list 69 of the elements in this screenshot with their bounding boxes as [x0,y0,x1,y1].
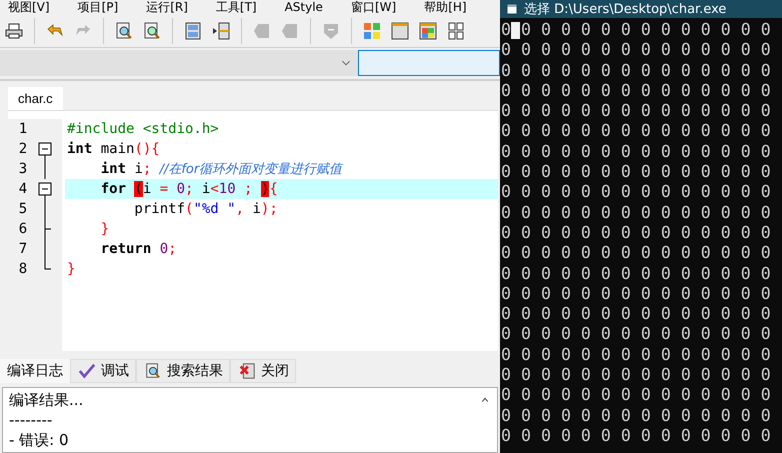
code-line: return 0; [100,240,178,259]
close-icon [237,362,257,380]
code-editor[interactable]: 1 2 3 4 5 6 7 8 #include <stdio.h> int main(){ int i; //在for循环外面对变量进行赋值 for (i = 0; i<10 ; ){ printf("%d ", i); } return 0; } [8,110,498,352]
console-output-line: 0 0 0 0 0 0 0 0 0 0 0 0 0 0 [501,162,772,182]
menu-item[interactable]: 帮助[H] [424,0,467,15]
code-line: int main(){ [66,140,161,159]
console-output-line: 0 0 0 0 0 0 0 0 0 0 0 0 0 0 [501,344,772,366]
input-field[interactable] [358,50,500,76]
line-number: 6 [18,220,28,237]
panel-tab[interactable]: 关闭 [230,359,296,383]
console-output-line: 0 0 0 0 0 0 0 0 0 0 0 0 0 0 [501,40,772,61]
line-number: 1 [18,120,28,137]
code-line: #include <stdio.h> [66,120,220,139]
window-icon [418,21,438,42]
window-title: 选择 D:\Users\Desktop\char.exe [524,1,726,18]
console-output-line: 0 0 0 0 0 0 0 0 0 0 0 0 0 0 [501,243,772,264]
console-output-line: 0 0 0 0 0 0 0 0 0 0 0 0 0 0 [501,182,772,203]
menu-item[interactable]: 窗口[W] [350,0,396,15]
console-output-line: 0 0 0 0 0 0 0 0 0 0 0 0 0 0 [501,406,772,426]
printer-icon [4,21,24,42]
console-output-line: 0 0 0 0 0 0 0 0 0 0 0 0 0 0 [501,142,772,162]
console-output-line: 0 0 0 0 0 0 0 0 0 0 0 0 0 0 [501,20,772,40]
console-output-line: 0 0 0 0 0 0 0 0 0 0 0 0 0 0 [501,385,772,406]
console-output-line: 0 0 0 0 0 0 0 0 0 0 0 0 0 0 [501,80,772,102]
console-output-line: 0 0 0 0 0 0 0 0 0 0 0 0 0 0 [501,304,772,324]
indent-icon [211,21,231,42]
panel-tab[interactable]: 编译日志 [0,359,70,383]
console-output-line: 0 0 0 0 0 0 0 0 0 0 0 0 0 0 [501,365,772,386]
tiles-icon [446,21,466,42]
window-icon [506,4,518,14]
console-output-line: 0 0 0 0 0 0 0 0 0 0 0 0 0 0 [501,284,772,304]
menu-item[interactable]: 工具[T] [216,0,257,15]
line-number: 4 [18,180,28,197]
file-tab[interactable]: char.c [8,86,63,110]
console-output-line: 0 0 0 0 0 0 0 0 0 0 0 0 0 0 [501,121,772,142]
code-line: printf("%d ", i); [133,200,279,219]
menu-item[interactable]: 视图[V] [8,0,50,15]
panel-tab[interactable]: 搜索结果 [136,359,230,383]
grid-icon [362,21,382,42]
log-line: -------- [9,410,54,430]
log-line: 编译结果... [9,390,84,410]
console-output-line: 0 0 0 0 0 0 0 0 0 0 0 0 0 0 [501,426,772,446]
shield-icon [321,21,341,42]
console-output-line: 0 0 0 0 0 0 0 0 0 0 0 0 0 0 [501,101,772,122]
console-output-line: 0 0 0 0 0 0 0 0 0 0 0 0 0 0 [501,202,772,223]
line-number: 7 [18,240,28,257]
panel-tab[interactable]: 调试 [70,359,136,383]
code-line: } [66,260,76,279]
dropdown-field[interactable] [0,50,358,76]
console-output-line: 0 0 0 0 0 0 0 0 0 0 0 0 0 0 [501,222,772,244]
search-icon [142,21,162,42]
code-line: int i; //在for循环外面对变量进行赋值 [100,160,344,179]
line-number: 3 [18,160,28,177]
search-icon [114,21,134,42]
menu-item[interactable]: AStyle [284,0,323,15]
window-icon [390,21,410,42]
checkmark-icon [77,362,97,380]
line-number: 2 [18,140,28,157]
code-line: } [100,220,110,239]
console-output-line: 0 0 0 0 0 0 0 0 0 0 0 0 0 0 [501,60,772,81]
menu-item[interactable]: 项目[P] [78,0,118,15]
line-number: 5 [18,200,28,217]
panels-icon [183,21,203,42]
menu-item[interactable]: 运行[R] [146,0,188,15]
scroll-up-icon [479,396,491,404]
line-number: 8 [18,260,28,277]
console-output-line: 0 0 0 0 0 0 0 0 0 0 0 0 0 0 [501,264,772,284]
console-output-line: 0 0 0 0 0 0 0 0 0 0 0 0 0 0 [501,324,772,345]
log-line: - 错误: 0 [9,430,70,450]
